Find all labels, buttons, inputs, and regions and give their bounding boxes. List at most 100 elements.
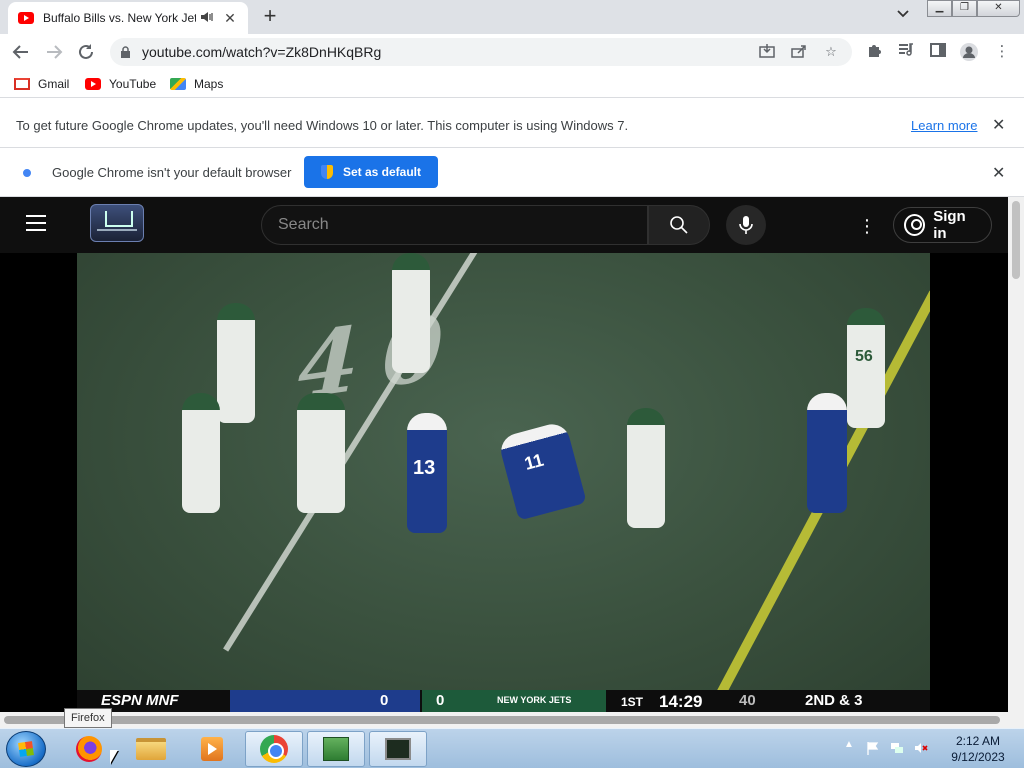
bookmark-maps[interactable]: Maps [170,75,223,93]
reload-button[interactable] [74,40,98,64]
bills-score: 0 [380,692,389,709]
bookmark-gmail[interactable]: Gmail [14,75,69,93]
gmail-icon [14,78,30,90]
jets-label: NEW YORK JETS [497,695,572,705]
bills-player: 11 [497,420,587,521]
bookmark-youtube[interactable]: YouTube [85,75,156,93]
new-tab-button[interactable]: + [258,4,282,28]
speaker-icon[interactable] [200,11,216,26]
set-as-default-label: Set as default [342,165,422,179]
browser-tab[interactable]: Buffalo Bills vs. New York Jets ✕ [8,2,248,34]
taskbar-explorer[interactable] [122,731,180,767]
media-player-icon [201,737,223,761]
set-as-default-button[interactable]: Set as default [304,156,438,188]
media-control-icon[interactable] [895,42,917,62]
kebab-icon[interactable]: ⋮ [991,42,1013,62]
close-icon[interactable]: ✕ [222,10,238,27]
jersey-number: 56 [855,348,873,365]
forward-button[interactable] [42,40,66,64]
volume-muted-icon[interactable] [914,741,928,755]
star-icon[interactable]: ☆ [820,44,842,60]
url-text[interactable]: youtube.com/watch?v=Zk8DnHKqBRg [142,44,746,60]
share-icon[interactable] [788,44,810,61]
vertical-scrollbar[interactable] [1008,197,1024,712]
youtube-doodle-logo[interactable] [90,204,144,242]
bookmark-label: YouTube [109,77,157,91]
search-input[interactable]: Search [261,205,648,245]
puzzle-icon[interactable] [863,42,885,62]
bookmark-label: Gmail [38,77,70,91]
taskbar-app[interactable] [369,731,427,767]
network-logo: ESPN MNF [101,692,179,709]
address-bar[interactable]: youtube.com/watch?v=Zk8DnHKqBRg ☆ [110,38,852,66]
bookmark-label: Maps [194,77,224,91]
show-hidden-icons-icon[interactable]: ▲ [844,739,858,753]
jets-score-block: 0 NEW YORK JETS [422,690,606,712]
horizontal-scrollbar[interactable] [0,712,1024,728]
terminal-icon [385,738,411,760]
youtube-favicon-icon [18,12,34,24]
chrome-icon [260,735,288,763]
tab-strip: Buffalo Bills vs. New York Jets ✕ + ▁ ❐ … [0,0,1024,34]
profile-icon[interactable] [958,42,980,62]
minimize-button[interactable]: ▁ [927,0,952,17]
firefox-icon [76,736,102,762]
windows-taskbar: ▲ 2:12 AM 9/12/2023 [0,728,1024,768]
close-icon[interactable]: ✕ [992,163,1005,183]
search-placeholder: Search [278,216,329,233]
update-infobar: To get future Google Chrome updates, you… [0,102,1024,148]
install-icon[interactable] [756,43,778,61]
scrollbar-thumb[interactable] [4,716,1000,724]
down-and-distance: 2ND & 3 [805,692,863,709]
chevron-down-icon[interactable] [896,6,914,26]
clock-date: 9/12/2023 [951,750,1005,764]
bills-player [807,393,847,513]
jets-player [182,393,220,513]
play-clock: 40 [739,692,756,709]
shield-icon [320,165,333,179]
jersey-number: 13 [413,457,436,479]
lock-icon[interactable] [120,46,132,58]
side-panel-icon[interactable] [927,42,949,62]
bookmarks-bar: Gmail YouTube Maps [0,70,1024,98]
start-button[interactable] [6,731,46,767]
restore-button[interactable]: ❐ [952,0,977,17]
clock[interactable]: 2:12 AM 9/12/2023 [942,733,1014,765]
network-icon[interactable] [890,741,904,755]
sign-in-label: Sign in [933,208,966,242]
score-bug: ESPN MNF 0 0 NEW YORK JETS 1ST 14:29 40 … [77,690,930,712]
hamburger-menu-icon[interactable] [26,215,46,231]
sign-in-button[interactable]: Sign in [893,207,992,243]
tab-title: Buffalo Bills vs. New York Jets [43,11,196,25]
default-browser-infobar: Google Chrome isn't your default browser… [0,148,1024,197]
system-tray: ▲ 2:12 AM 9/12/2023 [842,729,1024,769]
taskbar-chrome[interactable] [245,731,303,767]
jets-player [217,303,255,423]
scrollbar-thumb[interactable] [1012,201,1020,279]
taskbar-app[interactable] [307,731,365,767]
folder-icon [136,738,166,760]
flag-icon[interactable] [866,741,880,755]
youtube-page: Search ⋮ Sign in 40 56 13 11 ESPN MNF 0 … [0,197,1008,712]
taskbar-media-player[interactable] [183,731,241,767]
jets-player [392,253,430,373]
default-browser-message: Google Chrome isn't your default browser [52,165,292,180]
jets-player: 56 [847,308,885,428]
microphone-icon [739,216,753,234]
video-player[interactable]: 40 56 13 11 ESPN MNF 0 0 NEW YORK JETS 1… [77,253,930,712]
settings-kebab-icon[interactable]: ⋮ [858,215,876,237]
voice-search-button[interactable] [726,205,766,245]
update-message: To get future Google Chrome updates, you… [16,118,629,133]
jets-player [627,408,665,528]
learn-more-link[interactable]: Learn more [911,118,977,133]
search-button[interactable] [648,205,710,245]
close-window-button[interactable]: ✕ [977,0,1020,17]
close-icon[interactable]: ✕ [992,115,1005,135]
back-button[interactable] [9,40,33,64]
game-clock: 14:29 [659,692,703,711]
bills-score-block: 0 [230,690,420,712]
jets-score: 0 [436,692,445,709]
tooltip: Firefox [64,708,112,728]
youtube-header: Search ⋮ Sign in [0,197,1008,253]
clock-time: 2:12 AM [955,734,1001,748]
